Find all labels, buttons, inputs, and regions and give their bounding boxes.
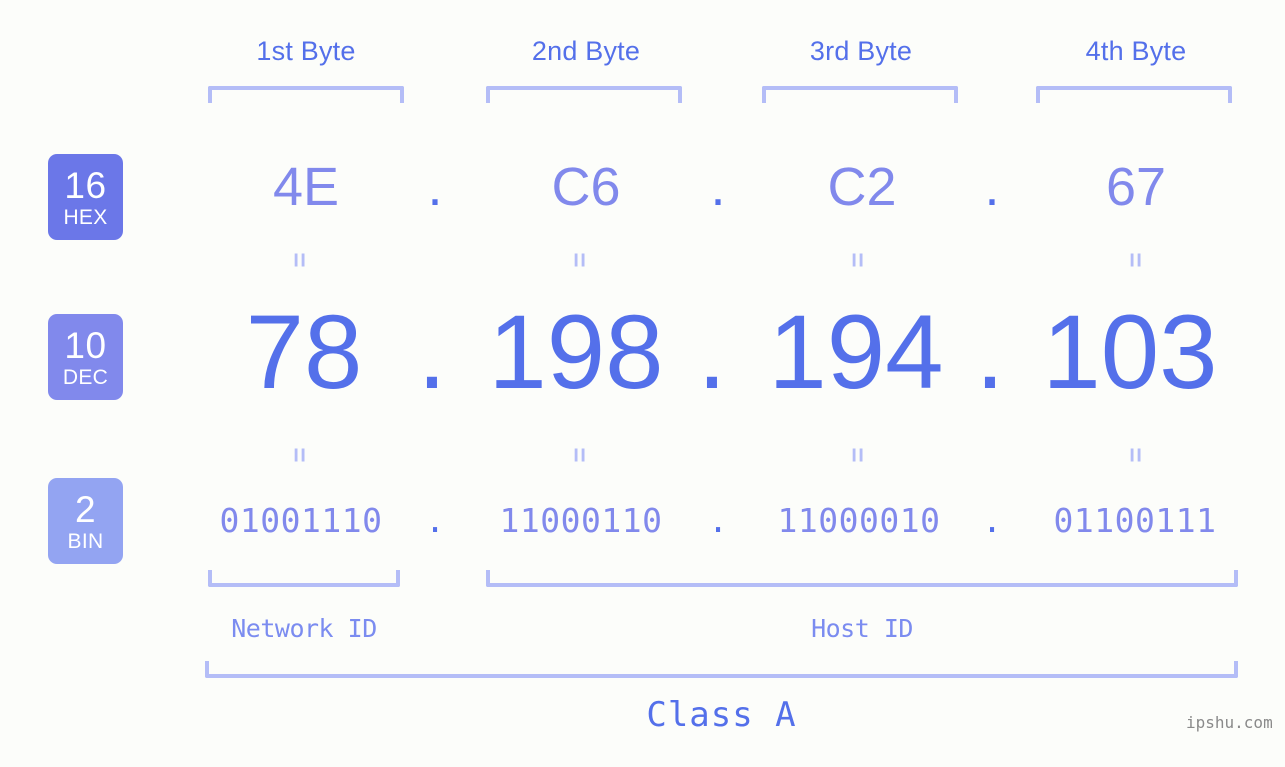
equals-icon-hex-dec-3: =: [843, 252, 873, 268]
network-id-label: Network ID: [231, 614, 377, 643]
byte-bracket-4: [1036, 86, 1232, 103]
bin-byte-1: 01001110: [219, 501, 383, 540]
equals-icon-hex-dec-1: =: [285, 252, 315, 268]
class-bracket: [205, 661, 1238, 678]
dec-byte-4: 103: [1042, 294, 1218, 411]
equals-icon-dec-bin-3: =: [843, 447, 873, 463]
bin-byte-2: 11000110: [499, 501, 663, 540]
dec-separator-2: .: [697, 294, 727, 411]
badge-dec-base: 10: [64, 324, 107, 366]
badge-bin: 2 BIN: [48, 478, 123, 564]
equals-icon-hex-dec-2: =: [565, 252, 595, 268]
hex-byte-1: 4E: [272, 157, 340, 217]
byte-header-1: 1st Byte: [256, 36, 356, 66]
badge-hex-base: 16: [64, 164, 107, 206]
bin-separator-2: .: [708, 501, 728, 540]
class-label: Class A: [646, 695, 797, 735]
badge-dec-name: DEC: [62, 365, 109, 389]
host-id-label: Host ID: [811, 614, 913, 643]
dec-separator-3: .: [975, 294, 1005, 411]
equals-icon-dec-bin-1: =: [285, 447, 315, 463]
hex-byte-3: C2: [827, 157, 897, 217]
byte-header-3: 3rd Byte: [809, 36, 913, 66]
bin-separator-3: .: [982, 501, 1002, 540]
badge-dec: 10 DEC: [48, 314, 123, 400]
byte-header-4: 4th Byte: [1085, 36, 1187, 66]
dec-byte-2: 198: [488, 294, 664, 411]
network-id-bracket: [208, 570, 400, 587]
hex-separator-1: .: [427, 157, 443, 217]
bin-separator-1: .: [425, 501, 445, 540]
bin-byte-3: 11000010: [777, 501, 941, 540]
equals-icon-dec-bin-4: =: [1121, 447, 1151, 463]
byte-header-2: 2nd Byte: [531, 36, 641, 66]
badge-bin-base: 2: [74, 488, 97, 530]
byte-bracket-2: [486, 86, 682, 103]
byte-bracket-1: [208, 86, 404, 103]
hex-separator-2: .: [710, 157, 726, 217]
equals-icon-dec-bin-2: =: [565, 447, 595, 463]
hex-byte-4: 67: [1105, 157, 1167, 217]
dec-separator-1: .: [417, 294, 447, 411]
badge-bin-name: BIN: [67, 529, 104, 553]
byte-bracket-3: [762, 86, 958, 103]
equals-icon-hex-dec-4: =: [1121, 252, 1151, 268]
watermark: ipshu.com: [1186, 713, 1273, 732]
badge-hex: 16 HEX: [48, 154, 123, 240]
badge-hex-name: HEX: [63, 205, 108, 229]
hex-byte-2: C6: [551, 157, 621, 217]
dec-byte-1: 78: [245, 294, 363, 411]
hex-separator-3: .: [984, 157, 1000, 217]
dec-byte-3: 194: [768, 294, 944, 411]
ip-breakdown-diagram: 1st Byte 2nd Byte 3rd Byte 4th Byte 16 H…: [0, 0, 1285, 767]
host-id-bracket: [486, 570, 1238, 587]
bin-byte-4: 01100111: [1053, 501, 1217, 540]
